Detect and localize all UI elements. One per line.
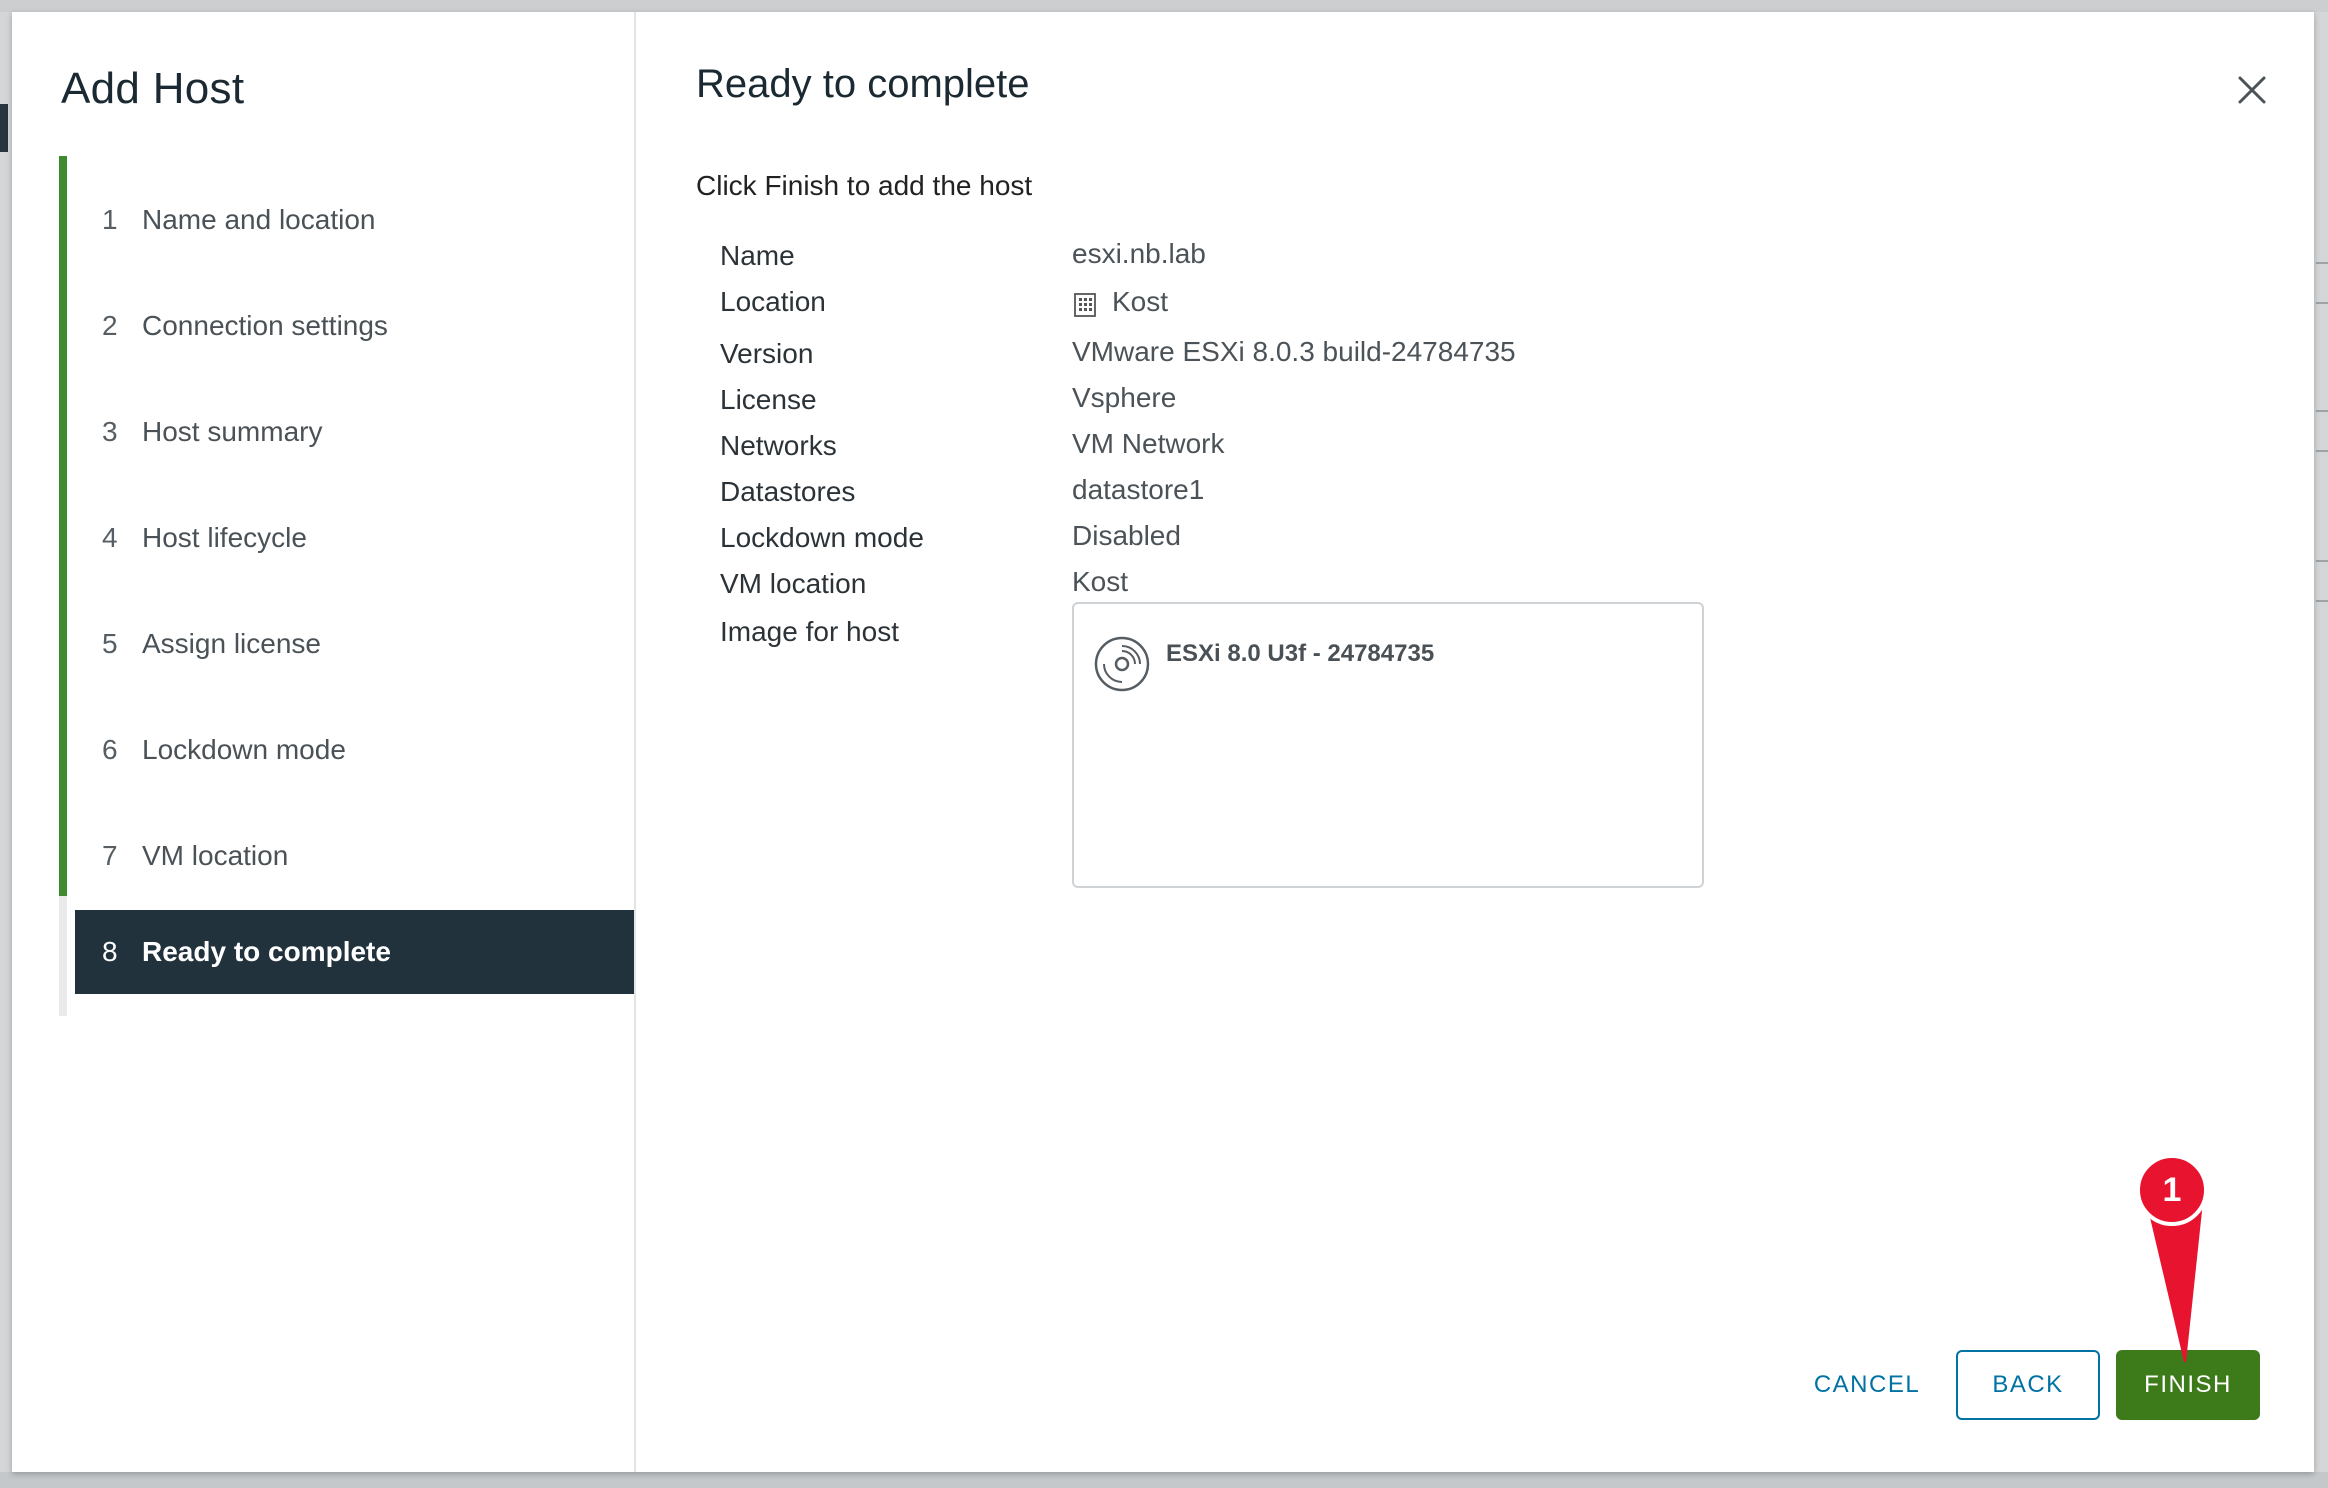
license-label: License bbox=[720, 384, 817, 415]
location-value-group: Kost bbox=[1072, 286, 1168, 318]
license-value: Vsphere bbox=[1072, 382, 1177, 413]
background-app-footer bbox=[0, 1472, 2328, 1488]
location-label: Location bbox=[720, 286, 826, 317]
step-label: VM location bbox=[142, 840, 289, 871]
step-number: 5 bbox=[102, 628, 118, 659]
vm-location-value: Kost bbox=[1072, 566, 1129, 597]
datastores-label: Datastores bbox=[720, 476, 856, 507]
disc-image-icon bbox=[1094, 636, 1150, 692]
datastores-value: datastore1 bbox=[1072, 474, 1205, 505]
networks-value: VM Network bbox=[1072, 428, 1225, 459]
steps-progress-bar bbox=[59, 156, 67, 896]
name-label: Name bbox=[720, 240, 795, 271]
wizard-title: Add Host bbox=[61, 64, 245, 113]
host-image-name: ESXi 8.0 U3f - 24784735 bbox=[1166, 640, 1435, 667]
step-label: Lockdown mode bbox=[142, 734, 346, 765]
wizard-content-pane: Ready to complete Click Finish to add th… bbox=[636, 12, 2314, 1472]
step-number: 2 bbox=[102, 310, 118, 341]
vm-location-label: VM location bbox=[720, 568, 867, 599]
step-connection-settings[interactable]: 2 Connection settings bbox=[75, 284, 634, 368]
step-name-and-location[interactable]: 1 Name and location bbox=[75, 178, 634, 262]
step-number: 7 bbox=[102, 840, 118, 871]
networks-label: Networks bbox=[720, 430, 837, 461]
page-title: Ready to complete bbox=[696, 62, 1030, 106]
lockdown-mode-value: Disabled bbox=[1072, 520, 1181, 551]
step-number: 1 bbox=[102, 204, 118, 235]
step-label: Name and location bbox=[142, 204, 376, 235]
step-number: 4 bbox=[102, 522, 118, 553]
wizard-steps-pane: Add Host 1 Name and location 2 Connectio… bbox=[12, 12, 636, 1472]
steps-progress-track bbox=[59, 896, 67, 1016]
datacenter-icon bbox=[1072, 290, 1098, 318]
step-label: Host lifecycle bbox=[142, 522, 307, 553]
image-for-host-label: Image for host bbox=[720, 616, 899, 647]
step-host-lifecycle[interactable]: 4 Host lifecycle bbox=[75, 496, 634, 580]
step-number: 3 bbox=[102, 416, 118, 447]
intro-text: Click Finish to add the host bbox=[696, 170, 1033, 201]
step-lockdown-mode[interactable]: 6 Lockdown mode bbox=[75, 708, 634, 792]
close-icon[interactable] bbox=[2234, 72, 2270, 108]
step-host-summary[interactable]: 3 Host summary bbox=[75, 390, 634, 474]
name-value: esxi.nb.lab bbox=[1072, 238, 1206, 269]
location-value: Kost bbox=[1112, 286, 1169, 317]
step-ready-to-complete[interactable]: 8 Ready to complete bbox=[75, 910, 634, 994]
back-button[interactable]: BACK bbox=[1956, 1350, 2100, 1420]
version-label: Version bbox=[720, 338, 814, 369]
step-label: Assign license bbox=[142, 628, 321, 659]
background-app-header bbox=[0, 0, 2328, 12]
annotation-number-badge: 1 bbox=[2162, 1170, 2182, 1209]
step-assign-license[interactable]: 5 Assign license bbox=[75, 602, 634, 686]
step-number: 8 bbox=[102, 936, 118, 967]
host-image-card: ESXi 8.0 U3f - 24784735 bbox=[1072, 602, 1704, 888]
add-host-dialog: Add Host 1 Name and location 2 Connectio… bbox=[12, 12, 2314, 1472]
step-label: Host summary bbox=[142, 416, 323, 447]
lockdown-mode-label: Lockdown mode bbox=[720, 522, 924, 553]
step-number: 6 bbox=[102, 734, 118, 765]
step-label: Connection settings bbox=[142, 310, 388, 341]
background-app-sidebar-marker bbox=[0, 104, 8, 152]
step-vm-location[interactable]: 7 VM location bbox=[75, 814, 634, 898]
step-label: Ready to complete bbox=[142, 936, 391, 967]
version-value: VMware ESXi 8.0.3 build-24784735 bbox=[1072, 336, 1516, 367]
cancel-button[interactable]: CANCEL bbox=[1786, 1350, 1948, 1420]
